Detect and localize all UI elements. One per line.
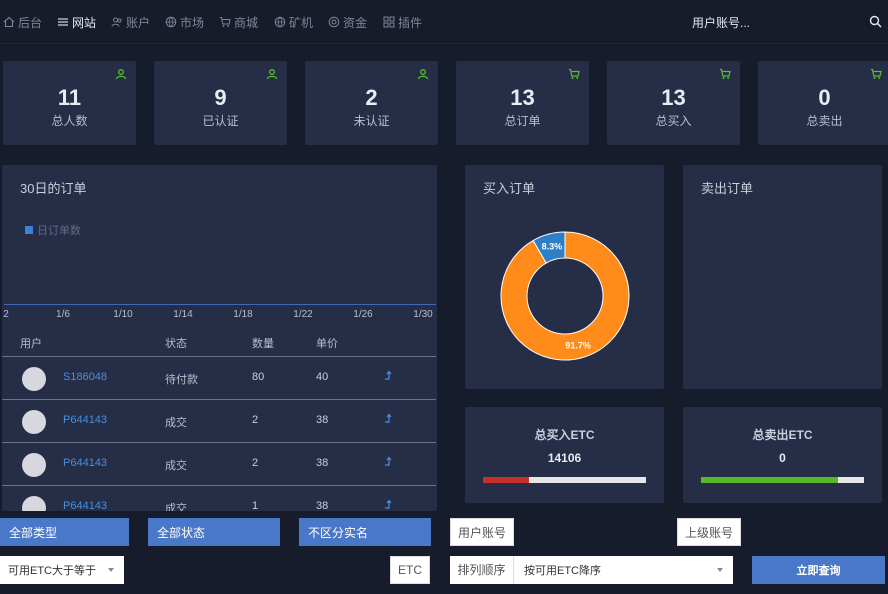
table-row: P644143 成交 2 38 [2,399,436,441]
progress-bar [701,477,864,483]
progress-bar [483,477,646,483]
price-text: 38 [316,457,329,469]
stat-label: 总卖出 [806,114,843,128]
card-value: 0 [779,451,786,465]
redirect-arrow-icon[interactable] [382,497,396,511]
stat-label: 总买入 [655,114,692,128]
stat-card-total-sell: 0 总卖出 [758,61,888,145]
etc-condition-select[interactable]: 可用ETC大于等于 [0,556,124,584]
sort-order-select[interactable]: 排列顺序 按可用ETC降序 [450,556,733,584]
cart-icon [870,68,882,79]
user-account-menu[interactable]: 用户账号... [692,14,750,31]
total-buy-etc-card: 总买入ETC 14106 [465,407,664,503]
price-text: 38 [316,414,329,426]
realname-filter-button[interactable]: 不区分实名 [299,518,431,546]
progress-fill [483,477,529,483]
query-submit-button[interactable]: 立即查询 [752,556,885,584]
card-title: 总买入ETC [534,428,595,442]
avatar [22,496,46,511]
select-value: 可用ETC大于等于 [8,565,96,577]
chevron-down-icon [717,568,723,572]
qty-text: 2 [252,414,259,426]
table-row: P644143 成交 2 38 [2,442,436,484]
avatar [22,367,46,391]
status-text: 成交 [165,503,187,511]
redirect-arrow-icon[interactable] [382,368,396,382]
chevron-down-icon [108,568,114,572]
progress-fill [701,477,838,483]
user-link[interactable]: S186048 [63,371,107,383]
price-text: 38 [316,500,329,511]
qty-text: 1 [252,500,259,511]
etc-unit-label: ETC [390,556,430,584]
status-text: 成交 [165,417,187,429]
cart-icon [568,68,580,79]
stat-label: 总订单 [504,114,541,128]
card-value: 14106 [547,451,582,465]
avatar [22,410,46,434]
search-icon[interactable] [869,15,882,28]
price-text: 40 [316,371,329,383]
parent-account-field[interactable]: 上级账号 [677,518,741,546]
qty-text: 80 [252,371,265,383]
sell-orders-panel: 卖出订单 [683,165,882,389]
status-filter-button[interactable]: 全部状态 [148,518,280,546]
stat-value: 13 [661,85,686,110]
redirect-arrow-icon[interactable] [382,454,396,468]
total-sell-etc-card: 总卖出ETC 0 [683,407,882,503]
avatar [22,453,46,477]
stat-value: 13 [510,85,535,110]
status-text: 成交 [165,460,187,472]
donut-slice-label: 8.3% [542,242,563,252]
panel-title: 卖出订单 [701,181,754,196]
redirect-arrow-icon[interactable] [382,411,396,425]
cart-icon [719,68,731,79]
sort-label: 排列顺序 [450,556,514,584]
card-title: 总卖出ETC [752,428,813,442]
stat-card-total-buy: 13 总买入 [607,61,740,145]
buy-orders-panel: 买入订单 8.3% 91.7% [465,165,664,389]
table-clip: S186048 待付款 80 40 P644143 成交 2 38 P64414… [0,0,437,511]
user-account-field[interactable]: 用户账号 [450,518,514,546]
table-row: P644143 成交 1 38 [2,485,436,511]
qty-text: 2 [252,457,259,469]
stat-value: 0 [818,85,831,110]
stat-card-total-orders: 13 总订单 [456,61,589,145]
user-link[interactable]: P644143 [63,500,107,511]
type-filter-button[interactable]: 全部类型 [0,518,129,546]
user-link[interactable]: P644143 [63,414,107,426]
donut-slice-label: 91.7% [565,340,591,350]
table-row: S186048 待付款 80 40 [2,356,436,398]
select-value: 按可用ETC降序 [524,565,601,577]
buy-orders-donut: 8.3% 91.7% [500,231,630,361]
user-link[interactable]: P644143 [63,457,107,469]
status-text: 待付款 [165,374,198,386]
